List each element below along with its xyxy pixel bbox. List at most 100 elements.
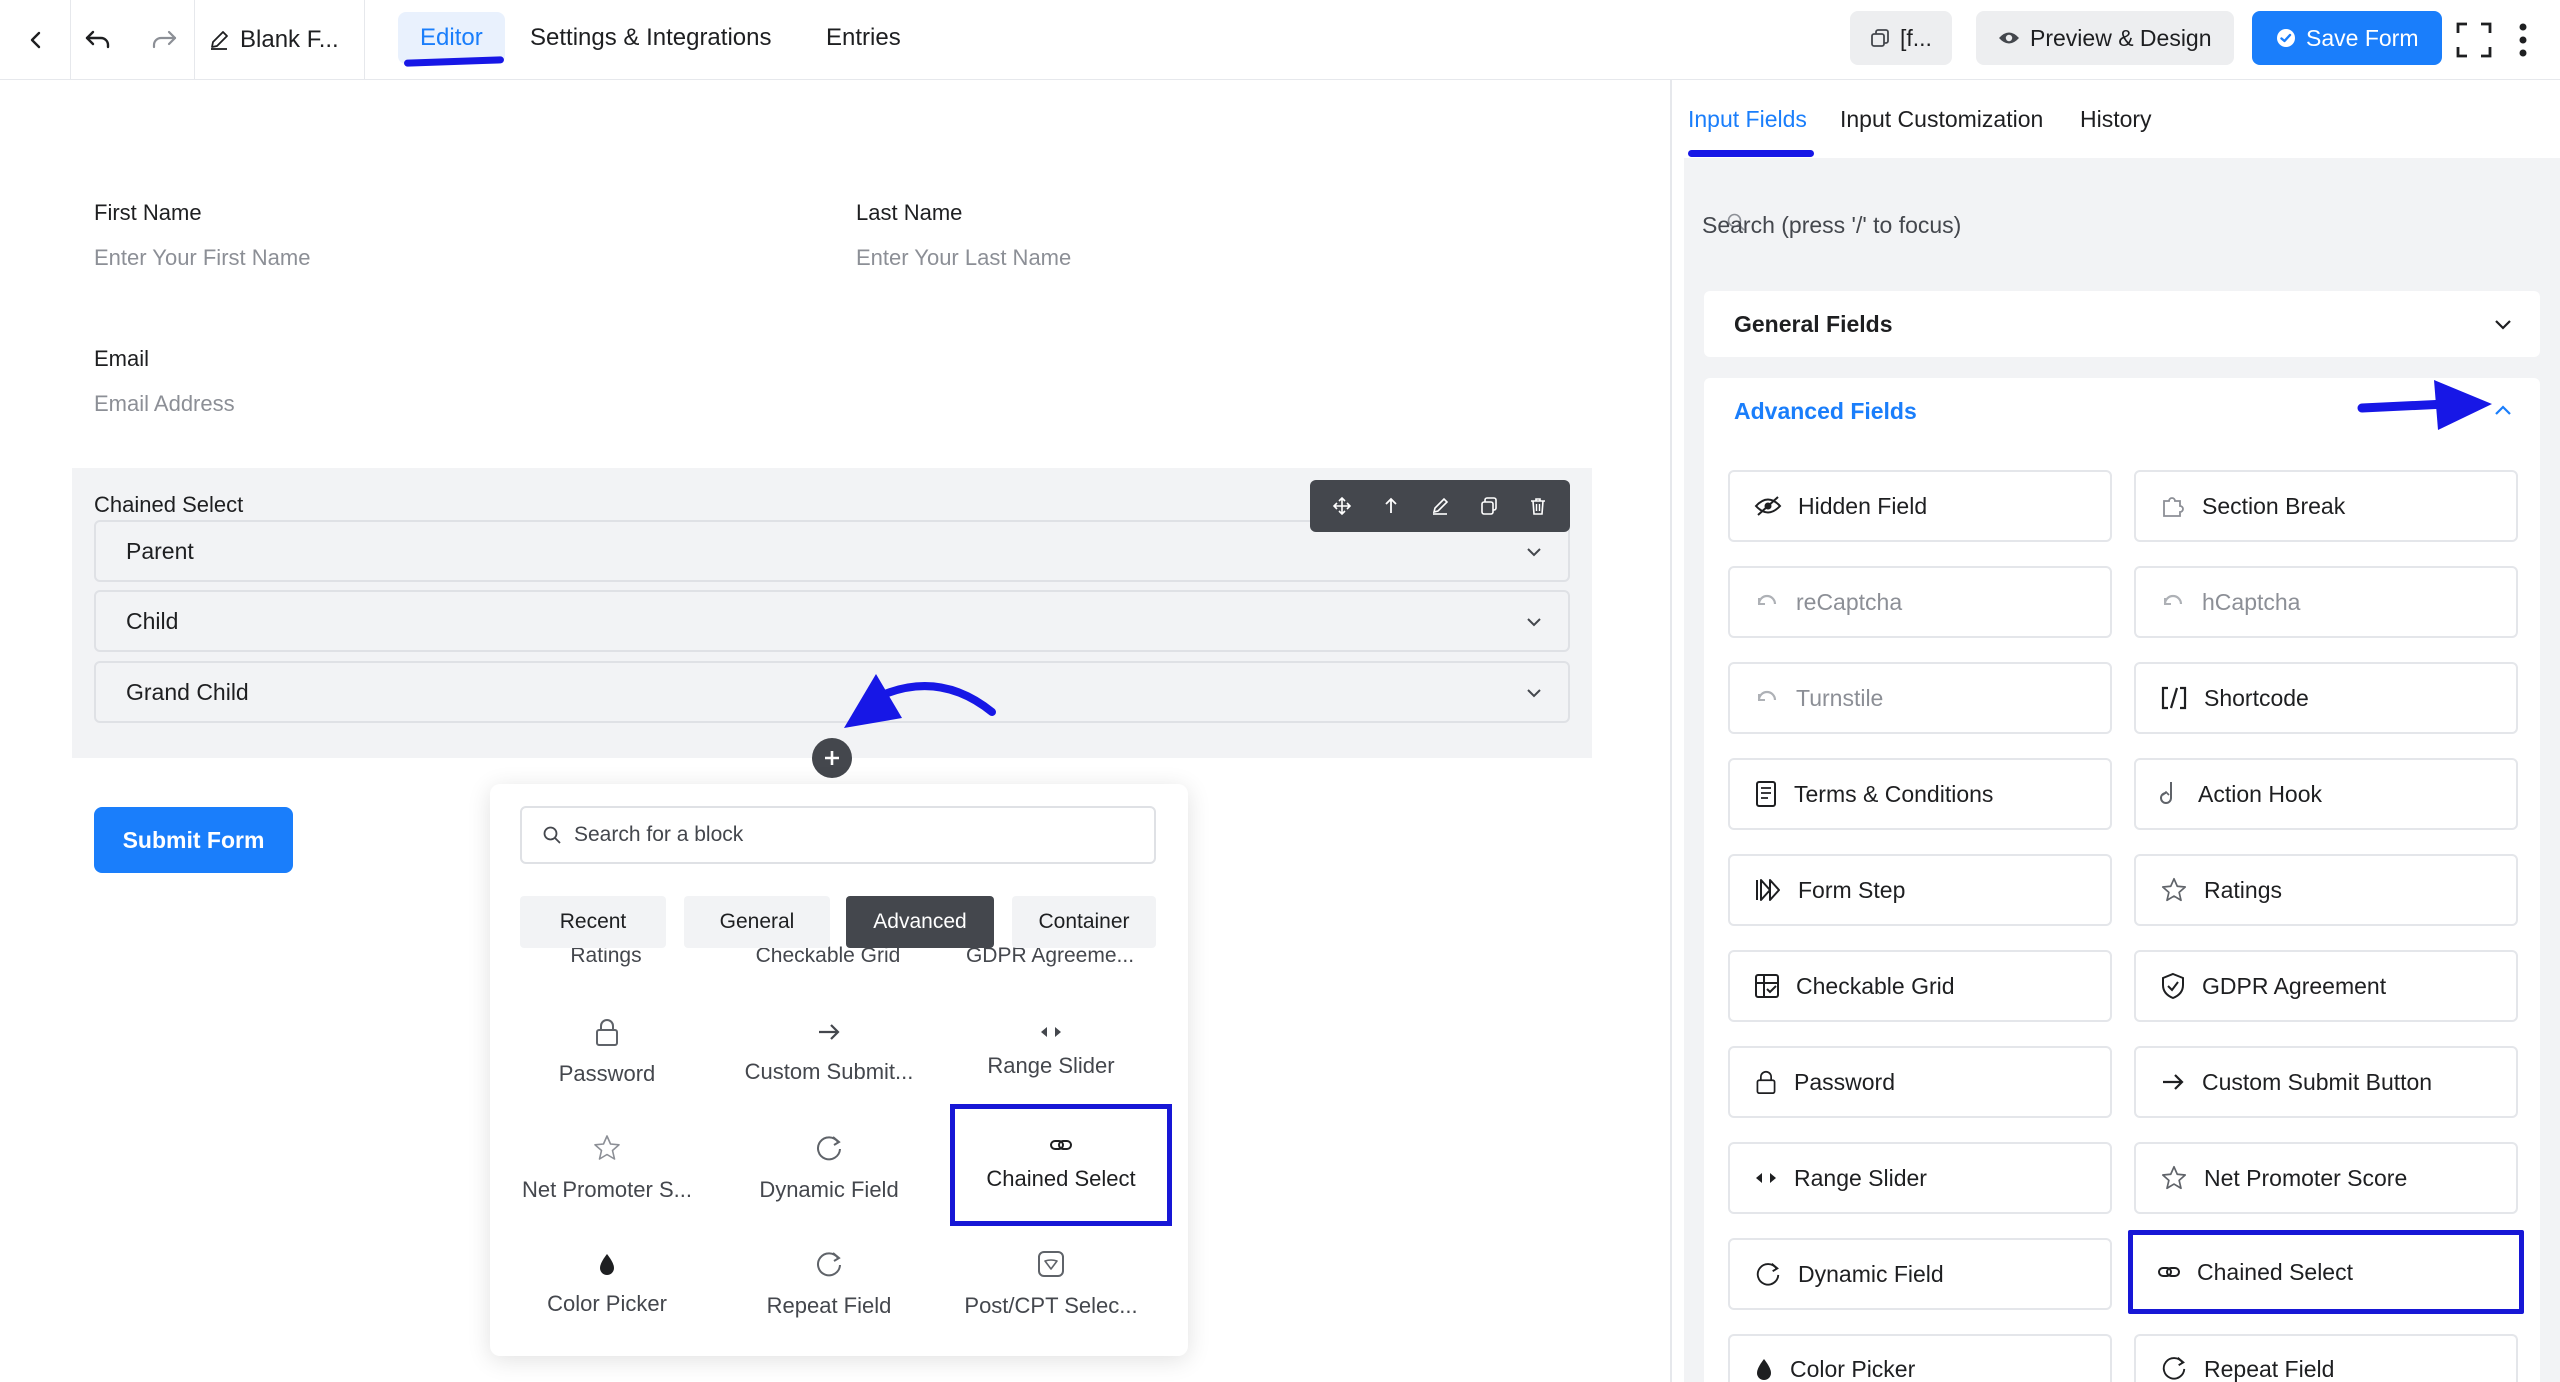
field-action-hook[interactable]: Action Hook [2134, 758, 2518, 830]
tab-recent[interactable]: Recent [520, 896, 666, 948]
field-recaptcha[interactable]: reCaptcha [1728, 566, 2112, 638]
child-select[interactable]: Child [94, 590, 1570, 652]
link-icon [1049, 1138, 1073, 1152]
post-select-icon [1036, 1249, 1066, 1279]
tab-input-customization[interactable]: Input Customization [1840, 106, 2043, 133]
preview-label: Preview & Design [2030, 24, 2212, 51]
shortcode-button[interactable]: [f... [1850, 11, 1952, 65]
back-icon[interactable] [10, 14, 62, 66]
field-search-placeholder: Search (press '/' to focus) [1702, 211, 1962, 238]
block-color-picker[interactable]: Color Picker [496, 1226, 718, 1342]
field-net-promoter-score[interactable]: Net Promoter Score [2134, 1142, 2518, 1214]
tab-history[interactable]: History [2080, 106, 2152, 133]
tab-settings-integrations[interactable]: Settings & Integrations [508, 12, 793, 64]
field-color-picker[interactable]: Color Picker [1728, 1334, 2112, 1382]
block-custom-submit[interactable]: Custom Submit... [718, 994, 940, 1110]
move-icon[interactable] [1332, 496, 1352, 516]
captcha-icon [1754, 685, 1780, 711]
block-label: Post/CPT Selec... [964, 1293, 1138, 1318]
field-label: Checkable Grid [1796, 972, 1955, 999]
lock-icon [593, 1017, 621, 1047]
trash-icon[interactable] [1528, 496, 1548, 516]
block-repeat-field[interactable]: Repeat Field [718, 1226, 940, 1342]
field-label: Net Promoter Score [2204, 1164, 2408, 1191]
last-name-input[interactable]: Enter Your Last Name [856, 245, 1071, 271]
block-dynamic-field[interactable]: Dynamic Field [718, 1110, 940, 1226]
refresh-icon [2160, 1354, 2188, 1382]
accordion-title: Advanced Fields [1734, 397, 1917, 424]
field-range-slider[interactable]: Range Slider [1728, 1142, 2112, 1214]
duplicate-icon[interactable] [1479, 496, 1499, 516]
field-form-step[interactable]: Form Step [1728, 854, 2112, 926]
first-name-input[interactable]: Enter Your First Name [94, 245, 310, 271]
field-section-break[interactable]: Section Break [2134, 470, 2518, 542]
field-shortcode[interactable]: Shortcode [2134, 662, 2518, 734]
arrow-right-icon [816, 1019, 842, 1045]
more-options-icon[interactable] [2498, 14, 2548, 66]
tab-advanced[interactable]: Advanced [846, 896, 994, 948]
block-label: Repeat Field [766, 1293, 892, 1318]
field-label: Form Step [1798, 876, 1906, 903]
add-field-plus-button[interactable] [812, 738, 852, 778]
field-terms-conditions[interactable]: Terms & Conditions [1728, 758, 2112, 830]
tab-entries[interactable]: Entries [804, 12, 923, 64]
eye-slash-icon [1754, 495, 1782, 517]
field-label: Color Picker [1790, 1356, 1916, 1382]
link-icon [2157, 1265, 2181, 1279]
annotation-arrow-right [2357, 380, 2492, 430]
tab-container[interactable]: Container [1012, 896, 1156, 948]
field-hidden[interactable]: Hidden Field [1728, 470, 2112, 542]
block-label: Color Picker [547, 1291, 667, 1316]
field-repeat-field[interactable]: Repeat Field [2134, 1334, 2518, 1382]
tab-input-fields[interactable]: Input Fields [1688, 106, 1807, 133]
tab-general[interactable]: General [684, 896, 830, 948]
fullscreen-icon[interactable] [2448, 14, 2500, 66]
field-label: GDPR Agreement [2202, 972, 2387, 999]
field-chained-select[interactable]: Chained Select [2128, 1230, 2524, 1314]
undo-icon[interactable] [72, 14, 124, 66]
block-password[interactable]: Password [496, 994, 718, 1110]
divider [194, 0, 195, 80]
chevron-down-icon [1524, 683, 1544, 703]
edit-icon[interactable] [1430, 496, 1450, 516]
field-search-input[interactable]: Search (press '/' to focus) [1686, 190, 2540, 260]
save-form-button[interactable]: Save Form [2252, 11, 2443, 65]
field-gdpr-agreement[interactable]: GDPR Agreement [2134, 950, 2518, 1022]
hook-icon [2160, 780, 2182, 808]
field-ratings[interactable]: Ratings [2134, 854, 2518, 926]
preview-design-button[interactable]: Preview & Design [1976, 11, 2234, 65]
block-range-slider[interactable]: Range Slider [940, 994, 1162, 1110]
divider [70, 0, 71, 80]
block-chained-select[interactable]: Chained Select [950, 1104, 1172, 1226]
block-search-input[interactable]: Search for a block [520, 806, 1156, 864]
shortcode-label: [f... [1900, 24, 1932, 51]
email-input[interactable]: Email Address [94, 391, 235, 417]
accordion-title: General Fields [1734, 310, 1893, 337]
form-title-text: Blank F... [240, 26, 339, 53]
field-turnstile[interactable]: Turnstile [1728, 662, 2112, 734]
form-title[interactable]: Blank F... [208, 22, 339, 58]
move-up-icon[interactable] [1381, 496, 1401, 516]
puzzle-icon [2160, 493, 2186, 519]
block-inserter-popup: Search for a block Ratings Checkable Gri… [490, 784, 1188, 1356]
parent-select-value: Parent [126, 537, 194, 564]
block-net-promoter[interactable]: Net Promoter S... [496, 1110, 718, 1226]
block-label: Custom Submit... [744, 1059, 914, 1084]
first-name-label: First Name [94, 200, 202, 225]
submit-form-button[interactable]: Submit Form [94, 807, 293, 873]
lock-icon [1754, 1068, 1778, 1096]
shield-icon [2160, 972, 2186, 1000]
field-checkable-grid[interactable]: Checkable Grid [1728, 950, 2112, 1022]
chevron-down-icon [1524, 612, 1544, 632]
star-icon [592, 1133, 622, 1163]
chevron-down-icon [1524, 542, 1544, 562]
field-password[interactable]: Password [1728, 1046, 2112, 1118]
redo-icon[interactable] [138, 14, 190, 66]
block-post-cpt-select[interactable]: Post/CPT Selec... [940, 1226, 1162, 1342]
general-fields-accordion[interactable]: General Fields [1704, 291, 2540, 357]
field-dynamic-field[interactable]: Dynamic Field [1728, 1238, 2112, 1310]
field-custom-submit-button[interactable]: Custom Submit Button [2134, 1046, 2518, 1118]
field-hcaptcha[interactable]: hCaptcha [2134, 566, 2518, 638]
field-label: hCaptcha [2202, 588, 2301, 615]
block-label: Chained Select [986, 1166, 1136, 1191]
